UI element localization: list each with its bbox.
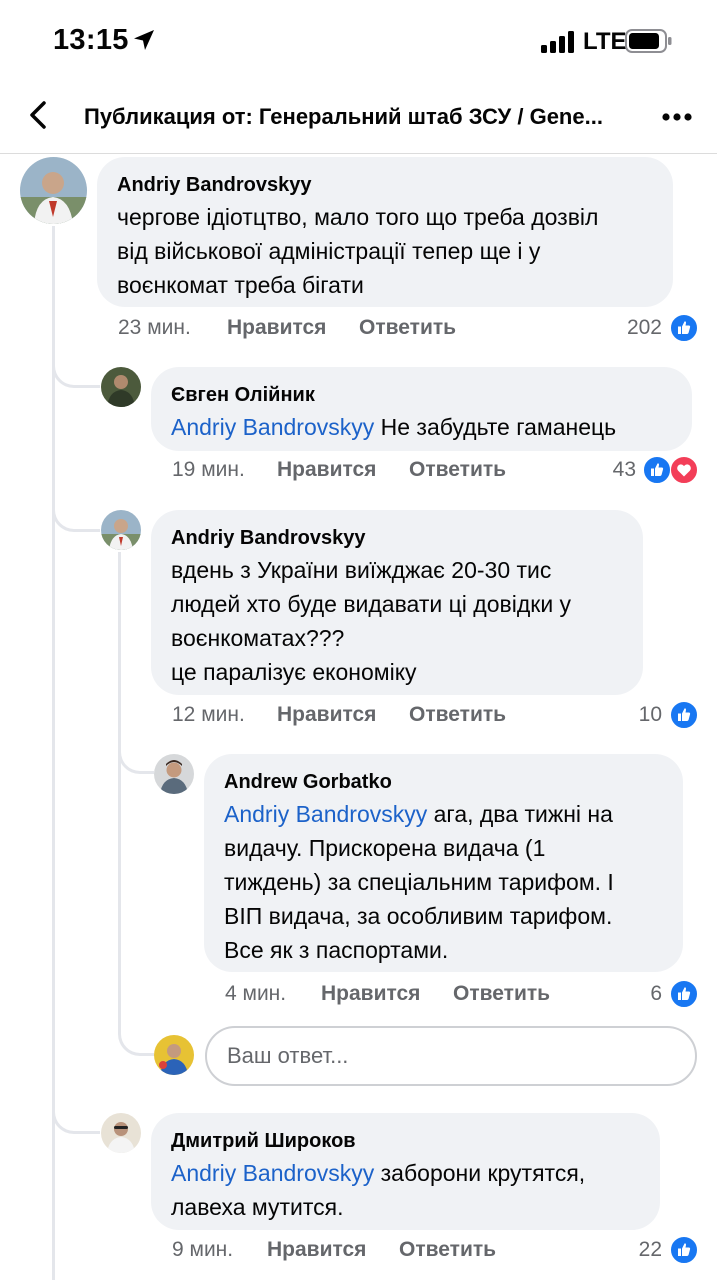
reply-button[interactable]: Ответить xyxy=(409,458,506,482)
comment-actions: 9 мин. Нравится Ответить xyxy=(172,1238,652,1268)
avatar[interactable] xyxy=(154,754,194,794)
reply-button[interactable]: Ответить xyxy=(399,1238,496,1262)
comment-line: чергове ідіотцтво, мало того що треба до… xyxy=(117,204,599,230)
comment-author[interactable]: Andrew Gorbatko xyxy=(224,769,663,795)
love-reaction-icon xyxy=(670,456,698,484)
reply-button[interactable]: Ответить xyxy=(453,982,550,1006)
comment-line: воєнкомат треба бігати xyxy=(117,272,364,298)
comment-time: 12 мин. xyxy=(172,703,245,726)
comment-author[interactable]: Andriy Bandrovskyy xyxy=(117,172,653,198)
reply-button[interactable]: Ответить xyxy=(409,703,506,727)
avatar[interactable] xyxy=(20,157,87,224)
thread-connector-1 xyxy=(52,340,100,388)
comment-line: воєнкоматах??? xyxy=(171,625,345,651)
avatar[interactable] xyxy=(101,1113,141,1153)
reaction-count[interactable]: 10 xyxy=(600,703,662,727)
comment-bubble: Євген Олійник Andriy Bandrovskyy Не забу… xyxy=(151,367,692,451)
comment-line: людей хто буде видавати ці довідки у xyxy=(171,591,572,617)
comment-line: вдень з України виїжджає 20-30 тис xyxy=(171,557,552,583)
avatar[interactable] xyxy=(101,367,141,407)
back-arrow-icon[interactable] xyxy=(22,98,56,132)
network-label: LTE xyxy=(583,28,627,55)
signal-icon xyxy=(541,31,574,53)
comment-line: лавеха мутится. xyxy=(171,1194,344,1220)
more-icon[interactable] xyxy=(660,102,694,132)
comment-text: вдень з України виїжджає 20-30 тис людей… xyxy=(171,553,623,689)
reaction-count[interactable]: 22 xyxy=(600,1238,662,1262)
like-button[interactable]: Нравится xyxy=(277,458,376,482)
avatar[interactable] xyxy=(101,510,141,550)
comment-line: це паралізує економіку xyxy=(171,659,417,685)
comment-actions: 4 мин. Нравится Ответить xyxy=(225,982,675,1012)
comment-text: Andriy Bandrovskyy ага, два тижні на вид… xyxy=(224,797,663,967)
reaction-count[interactable]: 202 xyxy=(600,316,662,340)
thread-line-sub xyxy=(118,552,121,1012)
comment-line: тиждень) за спеціальним тарифом. І xyxy=(224,869,614,895)
comment-line: ВІП видача, за особливим тарифом. xyxy=(224,903,613,929)
status-time: 13:15 xyxy=(53,24,129,56)
comment-line: Не забудьте гаманець xyxy=(380,414,617,440)
location-arrow-icon xyxy=(134,30,154,50)
thread-connector-2 xyxy=(52,484,100,532)
comment-line: Все як з паспортами. xyxy=(224,937,449,963)
comment-line-tail: ага, два тижні на xyxy=(427,801,613,827)
page-title: Публикация от: Генеральний штаб ЗСУ / Ge… xyxy=(84,104,603,129)
status-bar: 13:15 LTE xyxy=(0,0,717,80)
comment-time: 19 мин. xyxy=(172,458,245,481)
comment-author[interactable]: Дмитрий Широков xyxy=(171,1128,640,1154)
comment-author[interactable]: Andriy Bandrovskyy xyxy=(171,525,623,551)
comment-time: 23 мин. xyxy=(118,316,191,339)
comment-time: 4 мин. xyxy=(225,982,287,1005)
comment-line: Andriy Bandrovskyy заборони крутятся, xyxy=(171,1156,640,1190)
nav-header: Публикация от: Генеральний штаб ЗСУ / Ge… xyxy=(0,80,717,154)
like-reaction-icon xyxy=(670,314,698,342)
comment-line-tail: заборони крутятся, xyxy=(374,1160,586,1186)
mention-link[interactable]: Andriy Bandrovskyy xyxy=(224,801,427,827)
reply-input[interactable] xyxy=(205,1026,697,1086)
comment-bubble: Дмитрий Широков Andriy Bandrovskyy забор… xyxy=(151,1113,660,1230)
like-reaction-icon xyxy=(643,456,671,484)
like-reaction-icon xyxy=(670,1236,698,1264)
comment-time: 9 мин. xyxy=(172,1238,234,1261)
like-reaction-icon xyxy=(670,980,698,1008)
like-button[interactable]: Нравится xyxy=(227,316,326,340)
reaction-count[interactable]: 43 xyxy=(580,458,636,482)
thread-connector-5 xyxy=(52,1086,100,1134)
like-button[interactable]: Нравится xyxy=(277,703,376,727)
comment-bubble: Andrew Gorbatko Andriy Bandrovskyy ага, … xyxy=(204,754,683,972)
comment-author[interactable]: Євген Олійник xyxy=(171,382,672,408)
comment-bubble: Andriy Bandrovskyy вдень з України виїжд… xyxy=(151,510,643,695)
comment-text: Andriy Bandrovskyy Не забудьте гаманець xyxy=(171,410,672,444)
like-button[interactable]: Нравится xyxy=(267,1238,366,1262)
comment-line: від військової адміністрації тепер ще і … xyxy=(117,238,541,264)
current-user-avatar xyxy=(154,1035,194,1075)
thread-connector-4 xyxy=(118,1008,154,1056)
comment-bubble: Andriy Bandrovskyy чергове ідіотцтво, ма… xyxy=(97,157,673,307)
like-reaction-icon xyxy=(670,701,698,729)
comment-line: видачу. Прискорена видача (1 xyxy=(224,835,546,861)
reply-button[interactable]: Ответить xyxy=(359,316,456,340)
mention-link[interactable]: Andriy Bandrovskyy xyxy=(171,414,374,440)
comment-actions: 12 мин. Нравится Ответить xyxy=(172,703,672,733)
comment-text: Andriy Bandrovskyy заборони крутятся, ла… xyxy=(171,1156,640,1224)
reaction-count[interactable]: 6 xyxy=(620,982,662,1006)
battery-icon xyxy=(625,29,672,53)
like-button[interactable]: Нравится xyxy=(321,982,420,1006)
comment-line: Andriy Bandrovskyy ага, два тижні на xyxy=(224,797,663,831)
mention-link[interactable]: Andriy Bandrovskyy xyxy=(171,1160,374,1186)
thread-connector-3 xyxy=(118,728,154,774)
comment-text: чергове ідіотцтво, мало того що треба до… xyxy=(117,200,653,302)
